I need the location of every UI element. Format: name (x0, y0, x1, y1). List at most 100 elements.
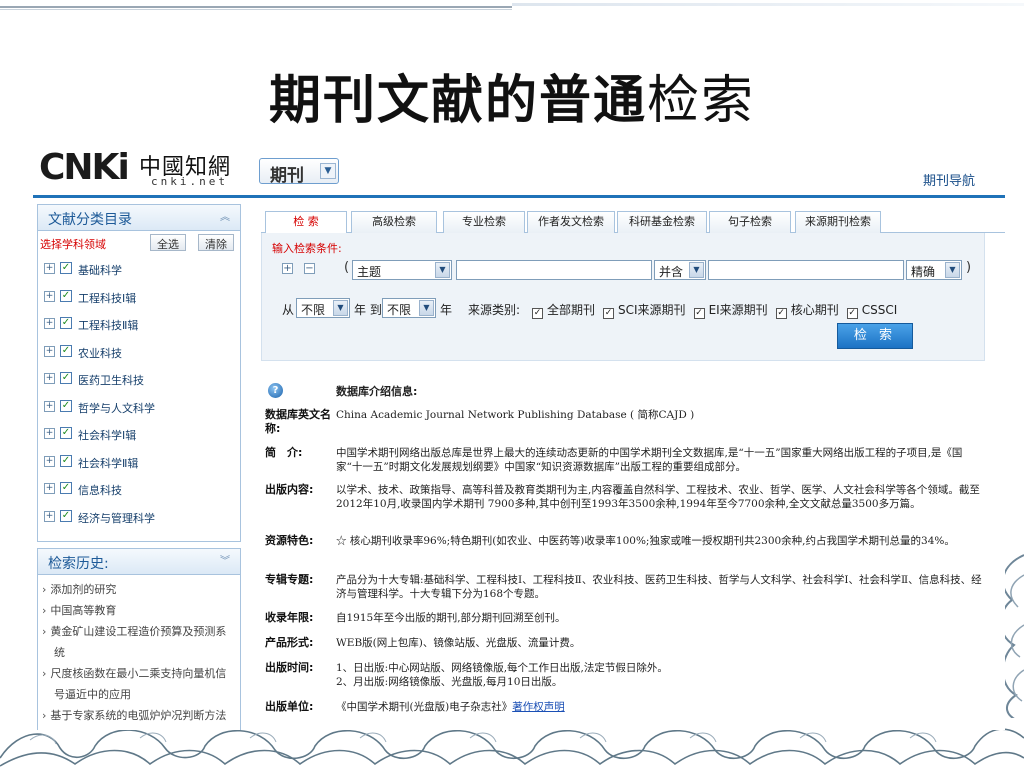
search-button[interactable]: 检 索 (837, 323, 913, 349)
checkbox-checked-icon[interactable]: ✓ (60, 482, 72, 494)
subject-item-label: 社会科学Ⅱ辑 (78, 456, 139, 470)
history-item[interactable]: › 黄金矿山建设工程造价预算及预测系 (38, 621, 240, 642)
source-checkbox[interactable]: ✓ SCI来源期刊 (603, 303, 686, 319)
search-tab[interactable]: 科研基金检索 (617, 211, 707, 233)
expand-plus-icon[interactable]: + (44, 400, 55, 412)
select-all-button[interactable]: 全选 (150, 234, 186, 251)
subject-item[interactable]: + ✓ 社会科学Ⅱ辑 (38, 448, 240, 476)
slide-title-normal: 检索 (647, 71, 756, 131)
from-year-value: 不限 (301, 303, 326, 317)
search-tab[interactable]: 检 索 (265, 211, 347, 234)
from-year-select[interactable]: 不限 ▼ (296, 298, 350, 318)
search-tabs: 检 索高级检索 专业检索 作者发文检索 科研基金检索 句子检索 来源期刊检索 (261, 211, 1005, 234)
subject-item[interactable]: + ✓ 社会科学Ⅰ辑 (38, 420, 240, 448)
source-checkbox-label: EI来源期刊 (708, 303, 768, 317)
history-item[interactable]: › 中国高等教育 (38, 600, 240, 621)
clear-button[interactable]: 清除 (198, 234, 234, 251)
journal-navigation-link[interactable]: 期刊导航 (923, 170, 975, 189)
history-item[interactable]: › 尺度核函数在最小二乘支持向量机信 (38, 663, 240, 684)
subject-item[interactable]: + ✓ 信息科技 (38, 475, 240, 503)
history-item-text: 号逼近中的应用 (54, 688, 131, 701)
checkbox-checked-icon[interactable]: ✓ (693, 308, 705, 319)
expand-plus-icon[interactable]: + (44, 263, 55, 274)
search-form: 输入检索条件: + − ( 主题 ▼ 并含 ▼ 精确 ▼ ) 从 不限 ▼ 年 … (261, 233, 985, 361)
site-header: CNKi 中國知網 cnki.net 期刊 ▼ 期刊导航 (33, 140, 1005, 198)
expand-plus-icon[interactable]: + (44, 428, 55, 439)
subject-selection-bar: 选择学科领域 全选 清除 (38, 231, 240, 255)
history-item[interactable]: 统 (38, 642, 240, 663)
checkbox-checked-icon[interactable]: ✓ (60, 262, 72, 274)
info-row-key: 资源特色: (265, 534, 314, 547)
year-to-label: 年 到 (354, 303, 382, 317)
search-tab[interactable]: 高级检索 (351, 211, 437, 233)
checkbox-checked-icon[interactable]: ✓ (60, 399, 72, 412)
info-row-value: 中国学术期刊网络出版总库是世界上最大的连续动态更新的中国学术期刊全文数据库,是“… (336, 447, 963, 473)
info-row-key: 数据库英文名称: (265, 408, 331, 435)
history-item[interactable]: › 添加剂的研究 (38, 579, 240, 600)
expand-plus-icon[interactable]: + (44, 455, 55, 467)
expand-plus-icon[interactable]: + (44, 345, 55, 357)
subject-item-label: 经济与管理科学 (78, 511, 155, 525)
subject-item[interactable]: + ✓ 工程科技Ⅰ辑 (38, 283, 240, 311)
info-row-value: WEB版(网上包库)、镜像站版、光盘版、流量计费。 (336, 637, 581, 649)
subject-tree: + ✓ 基础科学 + ✓ 工程科技Ⅰ辑 + ✓ 工程科技Ⅱ辑 + ✓ 农业科技 + ✓ 医药卫生科技 + ✓ 哲学… (38, 255, 240, 530)
add-condition-icon[interactable]: + (282, 263, 293, 274)
checkbox-checked-icon[interactable]: ✓ (532, 308, 543, 319)
second-term-input[interactable] (708, 260, 904, 280)
info-row-value: 1、日出版:中心网站版、网络镜像版,每个工作日出版,法定节假日除外。 2、月出版:… (336, 662, 668, 688)
source-checkbox[interactable]: ✓ 核心期刊 (775, 303, 839, 319)
database-type-select[interactable]: 期刊 ▼ (259, 158, 339, 186)
checkbox-checked-icon[interactable]: ✓ (60, 289, 72, 302)
checkbox-checked-icon[interactable]: ✓ (60, 454, 72, 467)
expand-icon[interactable]: ︾ (218, 555, 232, 569)
history-item[interactable]: 号逼近中的应用 (38, 684, 240, 705)
search-tab[interactable]: 作者发文检索 (527, 211, 615, 233)
checkbox-checked-icon[interactable]: ✓ (603, 308, 615, 319)
match-mode-select[interactable]: 精确 ▼ (906, 260, 962, 280)
search-tab[interactable]: 专业检索 (443, 211, 525, 233)
checkbox-checked-icon[interactable]: ✓ (60, 427, 72, 439)
checkbox-checked-icon[interactable]: ✓ (60, 317, 72, 329)
expand-plus-icon[interactable]: + (44, 290, 55, 302)
slide-title: 期刊文献的普通检索 (0, 58, 1024, 133)
copyright-link[interactable]: 著作权声明 (512, 701, 565, 713)
condition-label: 输入检索条件: (272, 242, 342, 255)
checkbox-checked-icon[interactable]: ✓ (60, 372, 72, 384)
to-year-select[interactable]: 不限 ▼ (382, 298, 436, 318)
search-tab[interactable]: 句子检索 (709, 211, 791, 233)
database-info-title: 数据库介绍信息: (336, 385, 418, 398)
subject-item[interactable]: + ✓ 农业科技 (38, 338, 240, 366)
subject-item[interactable]: + ✓ 经济与管理科学 (38, 503, 240, 531)
to-year-value: 不限 (387, 303, 412, 317)
checkbox-checked-icon[interactable]: ✓ (775, 308, 787, 319)
expand-plus-icon[interactable]: + (44, 483, 55, 494)
relation-select[interactable]: 并含 ▼ (654, 260, 706, 280)
search-tab[interactable]: 来源期刊检索 (795, 211, 881, 233)
source-checkbox[interactable]: ✓ 全部期刊 (532, 303, 595, 319)
cnki-logo[interactable]: CNKi 中國知網 cnki.net (39, 147, 239, 191)
expand-plus-icon[interactable]: + (44, 510, 55, 522)
checkbox-checked-icon[interactable]: ✓ (846, 308, 858, 319)
subject-item-label: 信息科技 (78, 484, 122, 497)
source-checkbox[interactable]: ✓ EI来源期刊 (693, 303, 768, 319)
checkbox-checked-icon[interactable]: ✓ (60, 509, 72, 522)
remove-condition-icon[interactable]: − (304, 263, 315, 274)
search-field-select[interactable]: 主题 ▼ (352, 260, 452, 280)
expand-plus-icon[interactable]: + (44, 318, 55, 329)
source-checkbox[interactable]: ✓ CSSCI (846, 303, 897, 319)
subject-item[interactable]: + ✓ 工程科技Ⅱ辑 (38, 310, 240, 338)
subject-item[interactable]: + ✓ 基础科学 (38, 255, 240, 283)
collapse-icon[interactable]: ︽ (218, 211, 232, 225)
history-item-text: 添加剂的研究 (50, 583, 117, 596)
chevron-right-icon: › (42, 583, 47, 596)
search-term-input[interactable] (456, 260, 652, 280)
subject-item[interactable]: + ✓ 哲学与人文科学 (38, 393, 240, 421)
classification-panel-title: 文献分类目录 (48, 212, 132, 228)
slide-title-bold: 期刊文献的普通 (268, 71, 647, 131)
expand-plus-icon[interactable]: + (44, 373, 55, 384)
history-item[interactable]: › 基于专家系统的电弧炉炉况判断方法 (38, 705, 240, 726)
checkbox-checked-icon[interactable]: ✓ (60, 344, 72, 357)
subject-item-label: 社会科学Ⅰ辑 (78, 429, 137, 442)
subject-item[interactable]: + ✓ 医药卫生科技 (38, 365, 240, 393)
history-item-text: 基于专家系统的电弧炉炉况判断方法 (50, 709, 227, 722)
